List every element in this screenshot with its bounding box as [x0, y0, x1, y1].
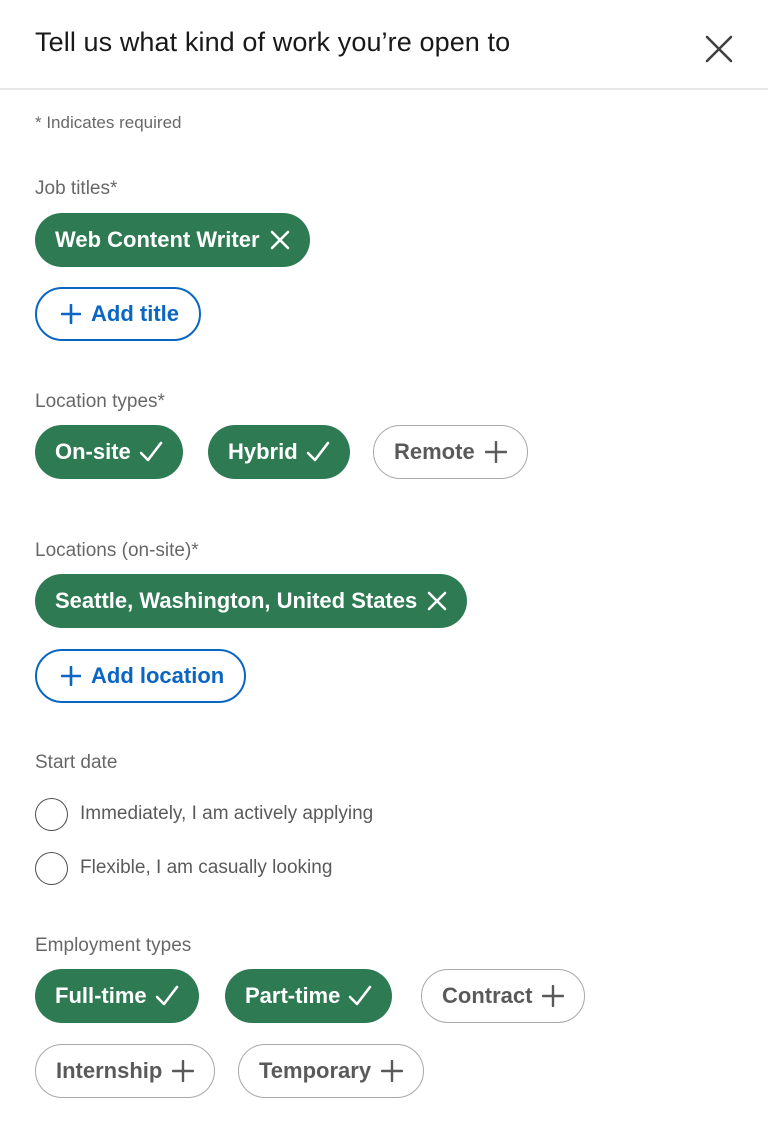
add-location-button[interactable]: Add location: [35, 649, 247, 703]
location-chip-label: Seattle, Washington, United States: [55, 588, 418, 613]
location-types-label: Location types*: [35, 391, 165, 412]
employment-type-internship-label: Internship: [56, 1058, 163, 1083]
job-title-chip[interactable]: Web Content Writer: [35, 213, 310, 267]
location-type-hybrid-label: Hybrid: [228, 439, 298, 464]
start-date-flexible-label: Flexible, I am casually looking: [80, 857, 333, 878]
employment-type-contract-label: Contract: [442, 983, 533, 1008]
add-title-label: Add title: [91, 301, 179, 326]
employment-type-part-time-label: Part-time: [245, 983, 341, 1008]
close-button[interactable]: [700, 30, 738, 68]
start-date-flexible[interactable]: Flexible, I am casually looking: [35, 850, 332, 886]
modal-header: Tell us what kind of work you’re open to: [0, 0, 768, 90]
plus-icon: [61, 666, 81, 686]
employment-type-temporary-label: Temporary: [259, 1058, 372, 1083]
radio-button[interactable]: [35, 797, 68, 831]
location-type-remote[interactable]: Remote: [373, 425, 528, 479]
locations-label: Locations (on-site)*: [35, 540, 199, 561]
location-type-onsite[interactable]: On-site: [35, 425, 183, 479]
location-chip[interactable]: Seattle, Washington, United States: [35, 574, 468, 628]
employment-type-part-time[interactable]: Part-time: [225, 969, 393, 1023]
required-note: * Indicates required: [35, 113, 182, 132]
close-icon: [705, 35, 733, 63]
plus-icon: [381, 1060, 404, 1082]
location-type-remote-label: Remote: [394, 439, 475, 464]
employment-type-contract[interactable]: Contract: [421, 969, 586, 1023]
add-location-label: Add location: [91, 663, 225, 688]
start-date-immediately[interactable]: Immediately, I am actively applying: [35, 796, 373, 832]
location-type-hybrid[interactable]: Hybrid: [208, 425, 350, 479]
job-title-chip-label: Web Content Writer: [55, 227, 260, 252]
check-icon: [349, 985, 372, 1006]
radio-button[interactable]: [35, 851, 68, 885]
plus-icon: [484, 441, 507, 463]
check-icon: [306, 441, 329, 462]
plus-icon: [172, 1060, 195, 1082]
modal-title: Tell us what kind of work you’re open to: [35, 27, 511, 57]
check-icon: [139, 441, 163, 462]
add-title-button[interactable]: Add title: [35, 287, 201, 341]
remove-icon[interactable]: [270, 230, 290, 250]
location-type-onsite-label: On-site: [55, 439, 131, 464]
start-date-label: Start date: [35, 752, 118, 773]
employment-types-label: Employment types: [35, 935, 192, 956]
employment-type-full-time-label: Full-time: [55, 983, 147, 1008]
employment-type-full-time[interactable]: Full-time: [35, 969, 199, 1023]
employment-type-internship[interactable]: Internship: [35, 1044, 216, 1098]
check-icon: [155, 985, 178, 1006]
job-titles-label: Job titles*: [35, 178, 118, 199]
plus-icon: [61, 304, 81, 324]
remove-icon[interactable]: [427, 591, 447, 611]
employment-type-temporary[interactable]: Temporary: [238, 1044, 425, 1098]
plus-icon: [542, 985, 565, 1007]
start-date-immediately-label: Immediately, I am actively applying: [80, 803, 374, 824]
